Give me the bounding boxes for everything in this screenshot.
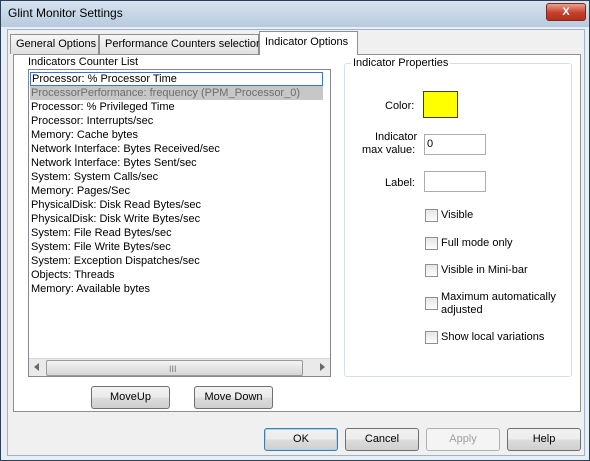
title-bar[interactable]: Glint Monitor Settings X: [1, 1, 589, 27]
list-item[interactable]: Network Interface: Bytes Received/sec: [30, 142, 220, 156]
cancel-button[interactable]: Cancel: [345, 428, 419, 451]
auto-max-checkbox-label-line2[interactable]: adjusted: [441, 304, 483, 316]
list-item[interactable]: Memory: Available bytes: [30, 282, 150, 296]
indicator-properties-heading: Indicator Properties: [351, 57, 451, 69]
indicator-counter-list[interactable]: Processor: % Processor Time ProcessorPerf…: [28, 69, 331, 377]
mini-bar-checkbox-label[interactable]: Visible in Mini-bar: [441, 264, 528, 276]
auto-max-checkbox[interactable]: [425, 297, 438, 310]
horizontal-scrollbar[interactable]: III: [29, 358, 330, 376]
apply-button[interactable]: Apply: [426, 428, 500, 451]
window-title: Glint Monitor Settings: [8, 6, 123, 20]
list-item[interactable]: PhysicalDisk: Disk Read Bytes/sec: [30, 198, 201, 212]
list-item[interactable]: System: File Write Bytes/sec: [30, 240, 171, 254]
local-variations-checkbox-label[interactable]: Show local variations: [441, 331, 544, 343]
list-item[interactable]: Processor: Interrupts/sec: [30, 114, 153, 128]
label-input[interactable]: [424, 171, 486, 192]
max-value-label-line2: max value:: [362, 144, 416, 156]
move-down-button[interactable]: Move Down: [194, 386, 273, 409]
indicator-properties-group: Indicator Properties Color: Indicator ma…: [344, 57, 572, 377]
full-mode-checkbox[interactable]: [425, 237, 438, 250]
auto-max-checkbox-label[interactable]: Maximum automatically: [441, 291, 556, 303]
scrollbar-grip-icon: III: [169, 364, 177, 374]
list-item[interactable]: Objects: Threads: [30, 268, 115, 282]
list-item[interactable]: Processor: % Privileged Time: [30, 100, 175, 114]
tab-performance-counters[interactable]: Performance Counters selection: [99, 34, 262, 54]
list-item[interactable]: Processor: % Processor Time: [30, 72, 323, 86]
mini-bar-checkbox[interactable]: [425, 264, 438, 277]
max-value-input[interactable]: 0: [424, 134, 486, 155]
list-item[interactable]: System: File Read Bytes/sec: [30, 226, 172, 240]
tab-indicator-options[interactable]: Indicator Options: [259, 31, 358, 55]
close-icon: X: [562, 6, 570, 18]
list-item[interactable]: ProcessorPerformance: frequency (PPM_Pro…: [30, 86, 323, 100]
settings-window: Glint Monitor Settings X General Options…: [0, 0, 590, 461]
move-up-button[interactable]: MoveUp: [91, 386, 170, 409]
close-button[interactable]: X: [546, 3, 586, 21]
color-label: Color:: [385, 100, 415, 112]
list-item[interactable]: PhysicalDisk: Disk Write Bytes/sec: [30, 212, 200, 226]
list-item[interactable]: System: System Calls/sec: [30, 170, 158, 184]
label-label: Label:: [385, 177, 415, 189]
tab-general-options[interactable]: General Options: [10, 34, 99, 54]
dialog-body: General Options Performance Counters sel…: [7, 29, 585, 456]
indicator-options-page: Indicators Counter List Processor: % Pro…: [13, 54, 581, 412]
visible-checkbox-label[interactable]: Visible: [441, 209, 473, 221]
scrollbar-thumb[interactable]: III: [46, 360, 303, 376]
list-item[interactable]: Network Interface: Bytes Sent/sec: [30, 156, 197, 170]
local-variations-checkbox[interactable]: [425, 331, 438, 344]
counter-list-heading: Indicators Counter List: [28, 56, 139, 68]
list-item[interactable]: Memory: Cache bytes: [30, 128, 138, 142]
full-mode-checkbox-label[interactable]: Full mode only: [441, 237, 513, 249]
list-item[interactable]: System: Exception Dispatches/sec: [30, 254, 200, 268]
visible-checkbox[interactable]: [425, 209, 438, 222]
scroll-right-icon[interactable]: [320, 363, 325, 371]
color-swatch[interactable]: [423, 91, 458, 118]
scroll-left-icon[interactable]: [34, 363, 39, 371]
ok-button[interactable]: OK: [264, 428, 338, 451]
help-button[interactable]: Help: [507, 428, 581, 451]
list-item[interactable]: Memory: Pages/Sec: [30, 184, 130, 198]
max-value-label: Indicator: [375, 131, 418, 143]
